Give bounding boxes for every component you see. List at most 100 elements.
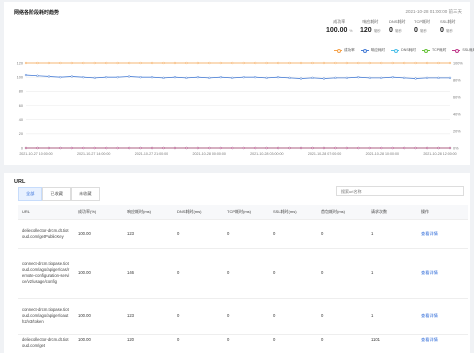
data-point xyxy=(276,146,280,150)
data-point xyxy=(185,76,188,80)
data-point xyxy=(47,146,51,150)
data-point xyxy=(380,76,383,80)
success-rate-cell: 100.00 xyxy=(74,247,123,298)
view-details-link[interactable]: 查看详情 xyxy=(421,313,438,318)
dns-time-cell: 0 xyxy=(173,247,223,298)
y2-axis-tick-label: 0% xyxy=(453,146,459,150)
tcp-time-cell: 0 xyxy=(223,297,269,334)
data-point xyxy=(173,76,177,79)
data-point xyxy=(24,146,28,150)
request-count-cell: 1 xyxy=(367,218,417,248)
url-cell: deliecollector-drcm.dt.tiotoud.com/get xyxy=(18,333,74,353)
view-details-link[interactable]: 查看详情 xyxy=(421,231,438,236)
x-axis-tick-label: 2021-10-28 07:00:00 xyxy=(308,152,341,156)
data-point xyxy=(368,76,371,80)
data-point xyxy=(127,146,131,150)
dns-time-cell: 0 xyxy=(173,297,223,334)
data-point xyxy=(139,146,142,150)
data-point xyxy=(448,61,452,65)
data-point xyxy=(288,76,291,80)
data-point xyxy=(59,61,62,65)
request-count-cell: 1 xyxy=(367,247,417,298)
view-details-link[interactable]: 查看详情 xyxy=(421,337,438,342)
data-point xyxy=(242,61,245,65)
table-row: connect-drcm.tiopase.tiotoud.com/ago/api… xyxy=(18,297,468,334)
data-point xyxy=(116,76,119,79)
response-time-cell: 146 xyxy=(123,247,173,298)
response-time-cell: 120 xyxy=(123,333,173,353)
x-axis-tick-label: 2021-10-27 10:00:00 xyxy=(19,152,52,156)
url-filter-tabs: 全部 已收藏 未收藏 xyxy=(18,187,100,201)
column-header[interactable]: 请求次数 xyxy=(367,205,417,219)
data-point xyxy=(425,76,429,80)
data-point xyxy=(254,76,257,79)
data-point xyxy=(219,146,222,150)
column-header[interactable]: TCP耗时(ms) xyxy=(223,205,269,219)
data-point xyxy=(47,75,51,78)
y2-axis-tick-label: 20% xyxy=(453,129,461,133)
url-section-title: URL xyxy=(14,179,26,185)
data-point xyxy=(47,61,51,65)
data-point xyxy=(345,146,349,150)
y2-axis-tick-label: 40% xyxy=(453,112,461,116)
data-point xyxy=(254,146,257,150)
view-details-link[interactable]: 查看详情 xyxy=(421,270,438,275)
url-search-input[interactable] xyxy=(336,186,464,196)
data-point xyxy=(299,61,303,65)
trend-line-chart: 0 20 40 60 80 100 120 0% 20% 40% 60% 80% 100% 2021-10… xyxy=(17,61,464,156)
x-axis-tick-label: 2021-10-27 14:00:00 xyxy=(77,152,110,156)
data-point xyxy=(403,76,406,80)
data-point xyxy=(36,74,39,77)
y2-axis-tick-label: 100% xyxy=(453,61,463,65)
data-point xyxy=(127,75,131,78)
data-point xyxy=(242,146,245,150)
data-point xyxy=(265,76,268,80)
dns-time-cell: 0 xyxy=(173,333,223,353)
ssl-time-cell: 0 xyxy=(269,218,317,248)
data-point xyxy=(425,146,429,150)
request-count-cell: 1101 xyxy=(367,333,417,353)
data-point xyxy=(403,61,406,65)
data-point xyxy=(311,76,314,80)
x-axis-tick-label: 2021-10-28 00:00:00 xyxy=(192,152,225,156)
response-time-cell: 123 xyxy=(123,297,173,334)
tab-all[interactable]: 全部 xyxy=(18,187,43,201)
tab-unfavorited[interactable]: 未收藏 xyxy=(70,187,100,201)
tcp-time-cell: 0 xyxy=(223,333,269,353)
data-point xyxy=(414,77,417,80)
data-point xyxy=(70,75,73,78)
data-point xyxy=(93,61,96,65)
data-point xyxy=(345,61,349,65)
tcp-time-cell: 0 xyxy=(223,218,269,248)
data-point xyxy=(231,61,234,65)
data-point xyxy=(208,61,211,65)
data-point xyxy=(448,146,452,150)
data-point xyxy=(391,76,394,79)
y2-axis-tick-label: 80% xyxy=(453,78,461,82)
data-point xyxy=(345,76,349,80)
data-point xyxy=(391,146,394,150)
data-point xyxy=(150,76,154,79)
ssl-time-cell: 0 xyxy=(269,333,317,353)
data-point xyxy=(276,61,280,65)
column-header[interactable]: 成功率(%) xyxy=(74,205,123,219)
data-point xyxy=(93,76,96,80)
response-time-cell: 123 xyxy=(123,218,173,248)
tab-favorited[interactable]: 已收藏 xyxy=(42,187,71,201)
column-header[interactable]: SSL耗时(ms) xyxy=(269,205,317,219)
url-cell: deliecollector-drcm.dt.tiotoud.com/getPu… xyxy=(18,218,74,248)
data-point xyxy=(357,76,360,79)
y-axis-tick-label: 60 xyxy=(19,104,23,108)
column-header[interactable]: DNS耗时(ms) xyxy=(173,205,223,219)
data-point xyxy=(105,76,108,79)
data-point xyxy=(24,61,28,65)
data-point xyxy=(219,61,222,65)
column-header[interactable]: 首包耗时(ms) xyxy=(317,205,367,219)
data-point xyxy=(380,146,383,150)
data-point xyxy=(334,76,337,80)
column-header[interactable]: 响应耗时(ms) xyxy=(123,205,173,219)
data-point xyxy=(414,146,417,150)
data-point xyxy=(105,146,108,150)
column-header: 操作 xyxy=(417,205,468,219)
success-rate-cell: 100.00 xyxy=(74,333,123,353)
